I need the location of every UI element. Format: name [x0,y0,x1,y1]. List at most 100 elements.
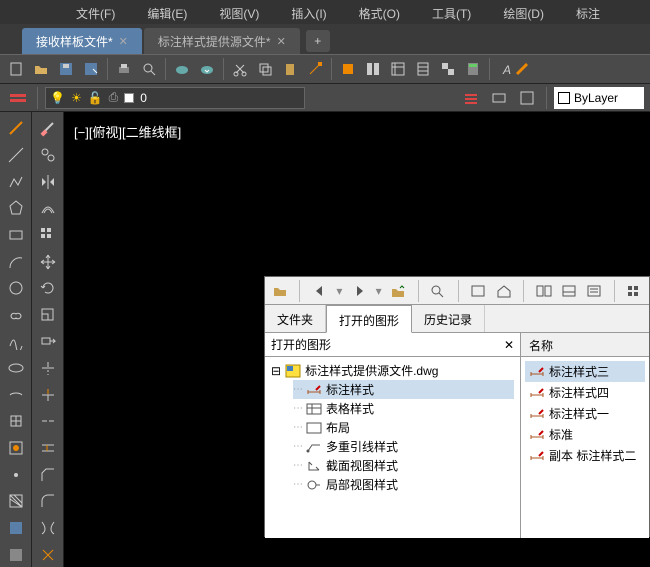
print-icon[interactable] [112,57,136,81]
circle-icon[interactable] [2,276,30,301]
tree-view[interactable]: ⊟ 标注样式提供源文件.dwg ⋯ 标注样式 ⋯ 表格样式 ⋯ [265,357,520,538]
chamfer-icon[interactable] [34,462,62,487]
close-icon[interactable]: ✕ [119,35,128,48]
collapse-icon[interactable]: ⊟ [271,364,281,378]
close-icon[interactable]: ✕ [504,338,514,352]
scale-icon[interactable] [34,302,62,327]
markup-icon[interactable] [436,57,460,81]
explode-icon[interactable] [34,542,62,567]
menu-edit[interactable]: 编辑(E) [131,0,203,24]
list-item[interactable]: 标注样式四 [525,382,645,403]
layer-states-icon[interactable] [459,86,483,110]
preview-icon[interactable] [137,57,161,81]
erase-icon[interactable] [34,116,62,141]
layer-dropdown[interactable]: 💡 ☀ 🔓 ⎙ 0 [45,87,305,109]
search-icon[interactable] [430,280,447,302]
region-icon[interactable] [2,542,30,567]
cut-icon[interactable] [228,57,252,81]
menu-draw[interactable]: 绘图(D) [487,0,560,24]
preview-toggle-icon[interactable] [560,280,577,302]
copy-mod-icon[interactable] [34,143,62,168]
load-icon[interactable] [271,280,288,302]
tree-item-tablestyle[interactable]: ⋯ 表格样式 [293,399,514,418]
pline-icon[interactable] [2,169,30,194]
offset-icon[interactable] [34,196,62,221]
mirror-icon[interactable] [34,169,62,194]
rect-icon[interactable] [2,223,30,248]
line-icon[interactable] [2,116,30,141]
xline-icon[interactable] [2,143,30,168]
list-item[interactable]: 标注样式一 [525,403,645,424]
views-icon[interactable] [626,280,643,302]
paste-icon[interactable] [278,57,302,81]
tree-item-section[interactable]: ⋯ 截面视图样式 [293,456,514,475]
list-item[interactable]: 标注样式三 [525,361,645,382]
match-icon[interactable] [303,57,327,81]
tab-history[interactable]: 历史记录 [412,305,485,332]
trim-icon[interactable] [34,356,62,381]
tree-root[interactable]: ⊟ 标注样式提供源文件.dwg [271,361,514,380]
list-header[interactable]: 名称 [521,333,649,357]
text-style-button[interactable]: A [494,57,534,81]
insert-icon[interactable] [2,409,30,434]
tree-item-layout[interactable]: ⋯ 布局 [293,418,514,437]
new-tab-button[interactable]: + [306,30,330,52]
save-icon[interactable] [54,57,78,81]
new-file-icon[interactable] [4,57,28,81]
copy-icon[interactable] [253,57,277,81]
home-icon[interactable] [495,280,512,302]
favorites-icon[interactable] [470,280,487,302]
make-block-icon[interactable] [2,436,30,461]
menu-view[interactable]: 视图(V) [203,0,275,24]
tree-item-mleader[interactable]: ⋯ 多重引线样式 [293,437,514,456]
desc-toggle-icon[interactable] [586,280,603,302]
move-icon[interactable] [34,249,62,274]
tree-toggle-icon[interactable] [535,280,552,302]
cloud-sync-icon[interactable] [195,57,219,81]
point-icon[interactable] [2,462,30,487]
arc-icon[interactable] [2,249,30,274]
revcloud-icon[interactable] [2,302,30,327]
hatch-icon[interactable] [2,489,30,514]
tab-open-drawings[interactable]: 打开的图形 [326,305,412,333]
array-icon[interactable] [34,223,62,248]
layer-iso-icon[interactable] [515,86,539,110]
tree-item-dimstyle[interactable]: ⋯ 标注样式 [293,380,514,399]
calc-icon[interactable] [461,57,485,81]
design-center-icon[interactable] [361,57,385,81]
list-item[interactable]: 副本 标注样式二 [525,445,645,466]
forward-icon[interactable] [350,280,367,302]
extend-icon[interactable] [34,382,62,407]
menu-insert[interactable]: 插入(I) [275,0,342,24]
list-item[interactable]: 标准 [525,424,645,445]
ellipse-icon[interactable] [2,356,30,381]
tab-doc-1[interactable]: 接收样板文件* ✕ [22,28,142,54]
layer-prev-icon[interactable] [487,86,511,110]
cloud-icon[interactable] [170,57,194,81]
close-icon[interactable]: ✕ [277,35,286,48]
polygon-icon[interactable] [2,196,30,221]
tab-folders[interactable]: 文件夹 [265,305,326,332]
tab-doc-2[interactable]: 标注样式提供源文件* ✕ [144,28,300,54]
join-icon[interactable] [34,436,62,461]
color-control[interactable]: ByLayer [554,87,644,109]
sheet-set-icon[interactable] [411,57,435,81]
ellipse-arc-icon[interactable] [2,382,30,407]
saveas-icon[interactable] [79,57,103,81]
menu-tools[interactable]: 工具(T) [416,0,487,24]
fillet-icon[interactable] [34,489,62,514]
viewport-label[interactable]: [−][俯视][二维线框] [74,122,181,141]
block-icon[interactable] [336,57,360,81]
rotate-icon[interactable] [34,276,62,301]
tool-palette-icon[interactable] [386,57,410,81]
spline-icon[interactable] [2,329,30,354]
menu-dim[interactable]: 标注 [560,0,616,24]
open-icon[interactable] [29,57,53,81]
back-icon[interactable] [311,280,328,302]
menu-file[interactable]: 文件(F) [60,0,131,24]
layer-manager-icon[interactable] [6,86,30,110]
list-body[interactable]: 标注样式三 标注样式四 标注样式一 标准 副本 标注样式二 [521,357,649,538]
up-icon[interactable] [390,280,407,302]
tree-item-detail[interactable]: ⋯ 局部视图样式 [293,475,514,494]
stretch-icon[interactable] [34,329,62,354]
